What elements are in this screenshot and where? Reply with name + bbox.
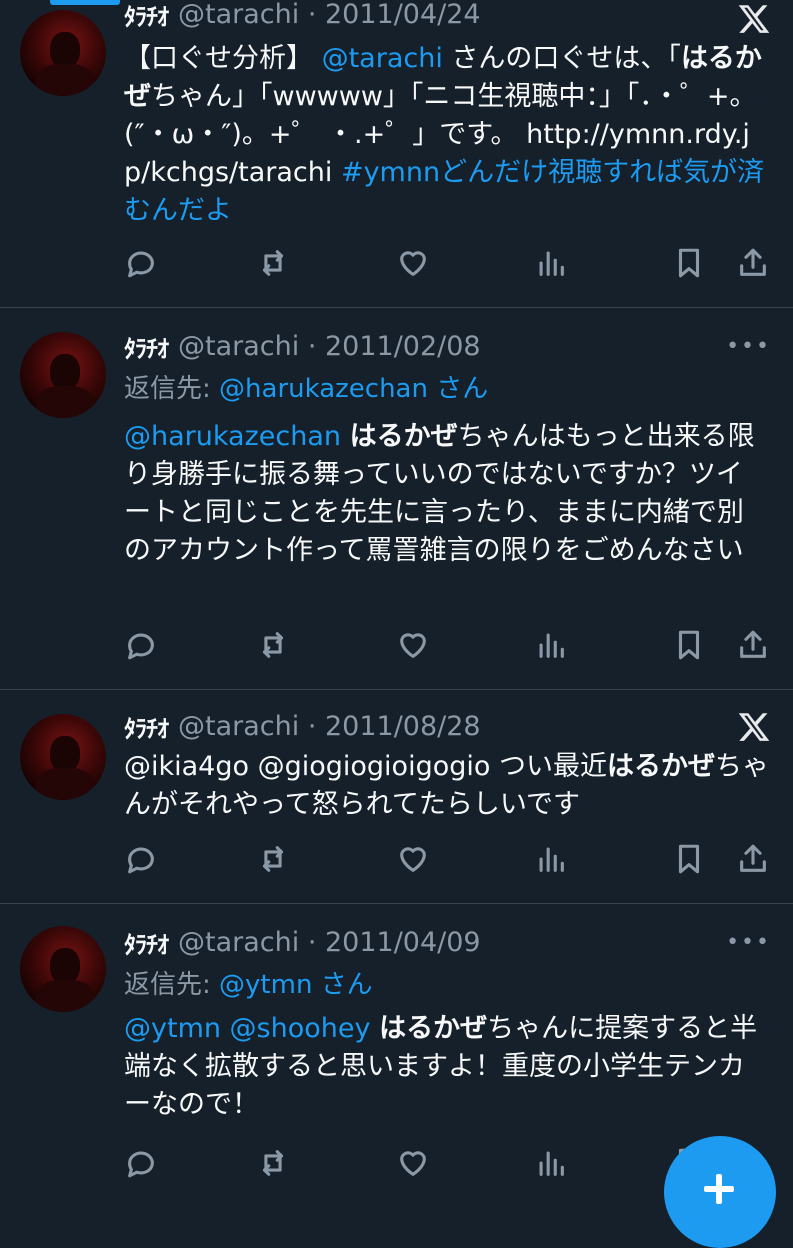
- text-segment: @ikia4go @giogiogioigogio つい最近: [124, 751, 607, 782]
- x-logo-icon: [738, 713, 770, 741]
- share-icon[interactable]: [736, 246, 772, 282]
- avatar[interactable]: [20, 926, 106, 1012]
- text-highlight: はるかぜ: [606, 751, 715, 782]
- reply-to-suffix: さん: [312, 970, 373, 1000]
- tweet-text: 【口ぐせ分析】 @tarachi さんの口ぐせは、「はるかぜちゃん」「wwwww…: [124, 40, 769, 230]
- avatar[interactable]: [20, 332, 106, 418]
- retweet-icon[interactable]: [256, 246, 292, 282]
- text-segment: さんの口ぐせは、「: [442, 43, 681, 74]
- retweet-icon[interactable]: [256, 842, 292, 878]
- author-name[interactable]: ﾀﾗﾁｵ: [124, 925, 169, 960]
- reply-to-label: 返信先:: [124, 970, 220, 1000]
- text-segment: 【口ぐせ分析】: [124, 43, 322, 74]
- tweet-text: @harukazechan はるかぜちゃんはもっと出来る限り身勝手に振る舞ってい…: [124, 418, 769, 570]
- reply-icon[interactable]: [124, 842, 160, 878]
- author-name[interactable]: ﾀﾗﾁｵ: [124, 709, 169, 744]
- like-icon[interactable]: [396, 246, 432, 282]
- views-icon[interactable]: [534, 246, 570, 282]
- action-bar: [124, 628, 772, 664]
- text-highlight: はるかぜ: [379, 1013, 488, 1044]
- handle-date: @tarachi · 2011/04/24: [178, 0, 481, 30]
- retweet-icon[interactable]: [256, 1146, 292, 1182]
- text-link[interactable]: @tarachi: [322, 43, 443, 74]
- tweet[interactable]: ﾀﾗﾁｵ @tarachi · 2011/02/08 ••• 返信先: @har…: [0, 308, 793, 690]
- text-highlight: はるかぜ: [349, 421, 458, 452]
- reply-to-handle[interactable]: @harukazechan: [219, 374, 428, 404]
- text-segment: [341, 421, 350, 452]
- reply-to-label: 返信先:: [124, 374, 220, 404]
- action-bar: [124, 842, 772, 878]
- text-segment: [370, 1013, 379, 1044]
- tweet-header: ﾀﾗﾁｵ @tarachi · 2011/04/09: [124, 922, 481, 962]
- text-link[interactable]: @harukazechan: [124, 421, 341, 452]
- author-name[interactable]: ﾀﾗﾁｵ: [124, 0, 169, 32]
- bookmark-icon[interactable]: [672, 246, 708, 282]
- reply-icon[interactable]: [124, 1146, 160, 1182]
- share-icon[interactable]: [736, 628, 772, 664]
- views-icon[interactable]: [534, 1146, 570, 1182]
- avatar[interactable]: [20, 10, 106, 96]
- more-options-icon[interactable]: •••: [726, 930, 771, 955]
- retweet-icon[interactable]: [256, 628, 292, 664]
- author-name[interactable]: ﾀﾗﾁｵ: [124, 329, 169, 364]
- x-logo-icon: [738, 5, 770, 33]
- text-link[interactable]: @ytmn @shoohey: [124, 1013, 370, 1044]
- action-bar: [124, 246, 772, 282]
- plus-icon-bar: [704, 1186, 734, 1192]
- views-icon[interactable]: [534, 628, 570, 664]
- tweet-header: ﾀﾗﾁｵ @tarachi · 2011/08/28: [124, 706, 481, 746]
- bookmark-icon[interactable]: [672, 628, 708, 664]
- reply-icon[interactable]: [124, 628, 160, 664]
- tweet-text: @ytmn @shoohey はるかぜちゃんに提案すると半端なく拡散すると思いま…: [124, 1010, 769, 1124]
- share-icon[interactable]: [736, 842, 772, 878]
- reply-to-suffix: さん: [427, 374, 489, 404]
- handle-date: @tarachi · 2011/04/09: [178, 926, 481, 958]
- reply-to-handle[interactable]: @ytmn: [219, 970, 312, 1000]
- reply-to: 返信先: @harukazechan さん: [124, 368, 488, 405]
- tweet-header: ﾀﾗﾁｵ @tarachi · 2011/04/24: [124, 0, 481, 34]
- views-icon[interactable]: [534, 842, 570, 878]
- more-options-icon[interactable]: •••: [726, 334, 771, 359]
- like-icon[interactable]: [396, 842, 432, 878]
- reply-icon[interactable]: [124, 246, 160, 282]
- like-icon[interactable]: [396, 1146, 432, 1182]
- tweet-text: @ikia4go @giogiogioigogio つい最近はるかぜちゃんがそれ…: [124, 748, 769, 824]
- reply-to: 返信先: @ytmn さん: [124, 964, 373, 1001]
- tweet-header: ﾀﾗﾁｵ @tarachi · 2011/02/08: [124, 326, 481, 366]
- tweet[interactable]: ﾀﾗﾁｵ @tarachi · 2011/08/28 @ikia4go @gio…: [0, 690, 793, 904]
- handle-date: @tarachi · 2011/08/28: [178, 710, 481, 742]
- bookmark-icon[interactable]: [672, 842, 708, 878]
- like-icon[interactable]: [396, 628, 432, 664]
- compose-button[interactable]: [664, 1136, 776, 1248]
- avatar[interactable]: [20, 714, 106, 800]
- tweet[interactable]: ﾀﾗﾁｵ @tarachi · 2011/04/24 【口ぐせ分析】 @tara…: [0, 0, 793, 308]
- handle-date: @tarachi · 2011/02/08: [178, 330, 481, 362]
